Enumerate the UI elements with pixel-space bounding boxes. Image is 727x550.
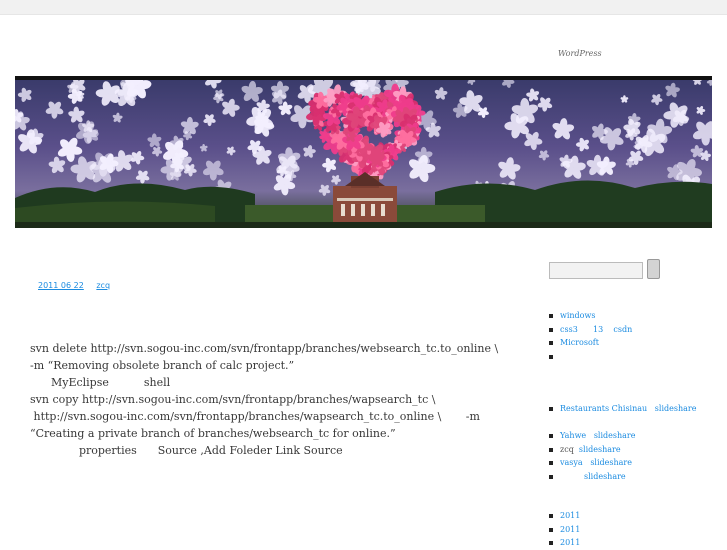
admin-top-bar bbox=[0, 0, 727, 15]
list-item[interactable]: css3 13 csdn bbox=[548, 323, 632, 337]
recent-post-link[interactable]: css3 13 csdn bbox=[560, 325, 632, 334]
recent-post-link[interactable]: Microsoft bbox=[560, 338, 599, 347]
archives-list: 2011 2011 2011 bbox=[548, 509, 580, 550]
list-item: slideshare bbox=[548, 470, 635, 484]
comment-author-link[interactable]: Yahwe bbox=[560, 431, 586, 440]
comment-author-link[interactable]: vasya bbox=[560, 458, 583, 467]
list-item[interactable]: Restaurants Chisinau slideshare bbox=[548, 402, 696, 416]
recent-comments-list: Yahwe slideshare zcq slideshare vasya sl… bbox=[548, 429, 635, 483]
link-item[interactable]: Restaurants Chisinau slideshare bbox=[560, 404, 696, 413]
links-list: Restaurants Chisinau slideshare bbox=[548, 402, 696, 416]
content-line: “Creating a private branch of branches/w… bbox=[30, 427, 396, 440]
content-line: MyEclipse shell bbox=[30, 376, 171, 389]
post-date-link[interactable]: 2011 06 22 bbox=[38, 281, 84, 290]
comment-post-link[interactable]: slideshare bbox=[584, 472, 626, 481]
archive-link[interactable]: 2011 bbox=[560, 538, 580, 547]
recent-post-link[interactable]: windows bbox=[560, 311, 595, 320]
post-author-link[interactable]: zcq bbox=[96, 281, 110, 290]
content-line: svn copy http://svn.sogou-inc.com/svn/fr… bbox=[30, 393, 436, 406]
list-item: vasya slideshare bbox=[548, 456, 635, 470]
content-line: svn delete http://svn.sogou-inc.com/svn/… bbox=[30, 342, 499, 355]
list-item[interactable]: windows bbox=[548, 309, 632, 323]
content-line: -m “Removing obsolete branch of calc pro… bbox=[30, 359, 295, 372]
post-meta: 2011 06 22 zcq bbox=[38, 281, 110, 290]
content-line: http://svn.sogou-inc.com/svn/frontapp/br… bbox=[30, 410, 480, 423]
archive-link[interactable]: 2011 bbox=[560, 511, 580, 520]
comment-post-link[interactable]: slideshare bbox=[579, 445, 621, 454]
comment-post-link[interactable]: slideshare bbox=[594, 431, 636, 440]
content-line: properties Source ,Add Foleder Link Sour… bbox=[30, 444, 343, 457]
comment-post-link[interactable]: slideshare bbox=[590, 458, 632, 467]
list-item: zcq slideshare bbox=[548, 443, 635, 457]
list-item[interactable]: 2011 bbox=[548, 536, 580, 550]
list-item: Yahwe slideshare bbox=[548, 429, 635, 443]
search-button[interactable] bbox=[647, 259, 660, 279]
list-item[interactable]: 2011 bbox=[548, 509, 580, 523]
archive-link[interactable]: 2011 bbox=[560, 525, 580, 534]
list-item[interactable]: 2011 bbox=[548, 523, 580, 537]
comment-author: zcq bbox=[560, 444, 574, 454]
post-content: svn delete http://svn.sogou-inc.com/svn/… bbox=[30, 340, 500, 459]
header-banner-image[interactable] bbox=[15, 80, 712, 228]
banner-artwork bbox=[15, 80, 712, 228]
list-item[interactable]: Microsoft bbox=[548, 336, 632, 350]
recent-posts-list: windows css3 13 csdn Microsoft bbox=[548, 309, 632, 359]
search-input[interactable] bbox=[549, 262, 643, 279]
site-description: WordPress bbox=[558, 49, 602, 58]
